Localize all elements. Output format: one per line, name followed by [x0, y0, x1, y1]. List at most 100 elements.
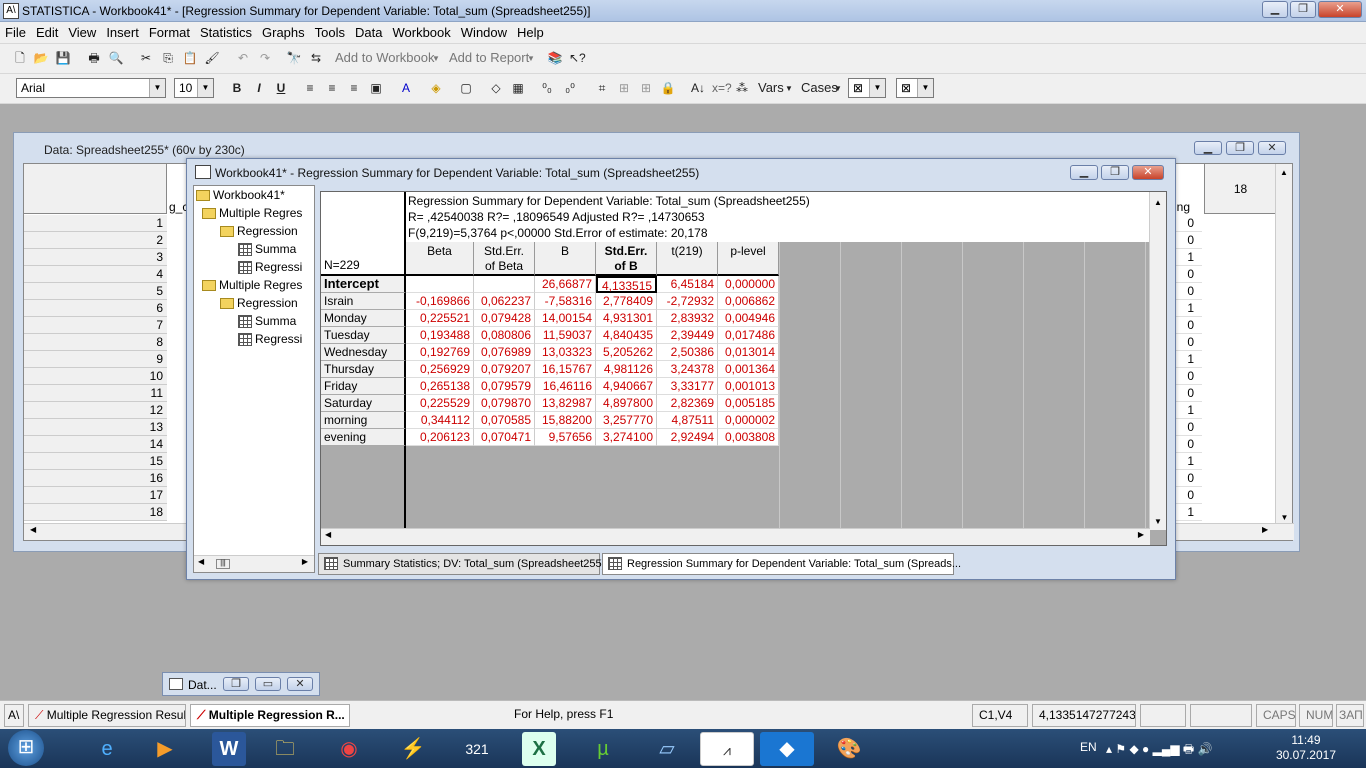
- task-multiple-regression-1[interactable]: ⟋ Multiple Regression Result...: [28, 704, 186, 727]
- column-header[interactable]: Std.Err. of Beta: [474, 242, 535, 276]
- data-row-number[interactable]: 12: [24, 402, 167, 419]
- table-cell[interactable]: -2,72932: [657, 293, 718, 310]
- table-cell[interactable]: 0,080806: [474, 327, 535, 344]
- data-row-number[interactable]: 8: [24, 334, 167, 351]
- tree-node[interactable]: Regression: [220, 295, 298, 312]
- table-cell[interactable]: 16,46116: [535, 378, 596, 395]
- row-label[interactable]: evening: [321, 429, 406, 446]
- paste-icon[interactable]: 📋: [182, 50, 198, 66]
- table-cell[interactable]: 16,15767: [535, 361, 596, 378]
- data-restore-button[interactable]: ❐: [1226, 141, 1254, 155]
- table-cell[interactable]: 0,013014: [718, 344, 779, 361]
- menu-file[interactable]: File: [0, 22, 31, 40]
- row-label[interactable]: Monday: [321, 310, 406, 327]
- data-row-number[interactable]: 9: [24, 351, 167, 368]
- tab-regression-summary[interactable]: Regression Summary for Dependent Variabl…: [602, 553, 961, 575]
- table-cell[interactable]: 15,88200: [535, 412, 596, 429]
- data-row-number[interactable]: 2: [24, 232, 167, 249]
- copy-icon[interactable]: ⎘: [160, 50, 176, 66]
- scroll-down-icon[interactable]: ▼: [1276, 513, 1293, 522]
- dropbox-icon[interactable]: ◆: [760, 732, 814, 766]
- table-cell[interactable]: 0,076989: [474, 344, 535, 361]
- row-label[interactable]: Saturday: [321, 395, 406, 412]
- tree-horizontal-scrollbar[interactable]: ◀ ||| ▶: [194, 555, 314, 572]
- table-cell[interactable]: 0,003808: [718, 429, 779, 446]
- data-row-number[interactable]: 7: [24, 317, 167, 334]
- font-select[interactable]: Arial ▼: [16, 78, 166, 98]
- results-vertical-scrollbar[interactable]: ▲ ▼: [1149, 192, 1166, 530]
- results-horizontal-scrollbar[interactable]: ◀ ▶: [321, 528, 1150, 545]
- data-row-number[interactable]: 6: [24, 300, 167, 317]
- bold-button[interactable]: B: [229, 80, 245, 96]
- tree-node[interactable]: Regression: [220, 223, 298, 240]
- tree-node[interactable]: Regressi: [238, 259, 302, 276]
- undo-icon[interactable]: ↶: [235, 50, 251, 66]
- word-icon[interactable]: W: [212, 732, 246, 766]
- table-cell[interactable]: 0,225529: [406, 395, 474, 412]
- ie-icon[interactable]: e: [80, 732, 134, 766]
- data-row-number[interactable]: 11: [24, 385, 167, 402]
- table-cell[interactable]: 0,256929: [406, 361, 474, 378]
- table-cell[interactable]: 2,50386: [657, 344, 718, 361]
- format-painter-icon[interactable]: 🖌: [204, 50, 220, 66]
- tag-icon[interactable]: ◇: [488, 80, 504, 96]
- align-center-icon[interactable]: ≡: [324, 80, 340, 96]
- scroll-thumb[interactable]: |||: [216, 559, 230, 569]
- save-icon[interactable]: 💾: [55, 50, 71, 66]
- table-cell[interactable]: -0,169866: [406, 293, 474, 310]
- cut-icon[interactable]: ✂: [138, 50, 154, 66]
- table-cell[interactable]: 0,079428: [474, 310, 535, 327]
- table-cell[interactable]: 0,001013: [718, 378, 779, 395]
- add-to-workbook-button[interactable]: Add to Workbook: [335, 50, 434, 65]
- table-cell[interactable]: 0,005185: [718, 395, 779, 412]
- data-row-number[interactable]: 5: [24, 283, 167, 300]
- table-cell[interactable]: 5,205262: [596, 344, 657, 361]
- workbook-restore-button[interactable]: ❐: [1101, 165, 1129, 180]
- italic-button[interactable]: I: [251, 80, 267, 96]
- chrome-icon[interactable]: ◉: [322, 732, 376, 766]
- font-size-select[interactable]: 10 ▼: [174, 78, 214, 98]
- grid-icon[interactable]: ▦: [510, 80, 526, 96]
- column-header[interactable]: p-level: [718, 242, 779, 276]
- table-cell[interactable]: 0,192769: [406, 344, 474, 361]
- menu-edit[interactable]: Edit: [31, 22, 63, 40]
- lock-icon[interactable]: 🔒: [660, 80, 676, 96]
- sort-icon[interactable]: A↓: [690, 80, 706, 96]
- data-vertical-scrollbar[interactable]: ▲ ▼: [1275, 164, 1292, 524]
- format-icon[interactable]: ▣: [368, 80, 384, 96]
- row-label[interactable]: Israin: [321, 293, 406, 310]
- data-col-18[interactable]: 18: [1204, 164, 1276, 214]
- row-label[interactable]: Tuesday: [321, 327, 406, 344]
- table-cell[interactable]: -7,58316: [535, 293, 596, 310]
- menu-workbook[interactable]: Workbook: [387, 22, 455, 40]
- table-cell[interactable]: 6,45184: [657, 276, 718, 293]
- tree-node[interactable]: Summa: [238, 241, 296, 258]
- scroll-right-icon[interactable]: ▶: [1138, 530, 1144, 539]
- min-close-button[interactable]: ✕: [287, 677, 313, 691]
- table-cell[interactable]: 0,070471: [474, 429, 535, 446]
- table-cell[interactable]: 0,001364: [718, 361, 779, 378]
- app-icon[interactable]: ⚡: [386, 732, 440, 766]
- note-icon[interactable]: ▱: [640, 732, 694, 766]
- table-cell[interactable]: 2,778409: [596, 293, 657, 310]
- data-row-number[interactable]: 1: [24, 215, 167, 232]
- table-cell[interactable]: 4,897800: [596, 395, 657, 412]
- cases-button[interactable]: Cases: [801, 80, 838, 95]
- tree-node[interactable]: Workbook41*: [196, 187, 285, 204]
- align-right-icon[interactable]: ≡: [346, 80, 362, 96]
- statistica-icon[interactable]: ⩘: [700, 732, 754, 766]
- table-cell[interactable]: 26,66877: [535, 276, 596, 293]
- table-cell[interactable]: 0,193488: [406, 327, 474, 344]
- row-label[interactable]: Thursday: [321, 361, 406, 378]
- row-label[interactable]: Friday: [321, 378, 406, 395]
- table-cell[interactable]: 0,000000: [718, 276, 779, 293]
- workbook-close-button[interactable]: ✕: [1132, 165, 1164, 180]
- table-cell[interactable]: 0,070585: [474, 412, 535, 429]
- calendar-icon[interactable]: 321: [450, 732, 504, 766]
- table-cell[interactable]: 4,940667: [596, 378, 657, 395]
- table-cell[interactable]: 0,000002: [718, 412, 779, 429]
- table-cell[interactable]: [474, 276, 535, 293]
- table-cell[interactable]: 2,92494: [657, 429, 718, 446]
- data-minimize-button[interactable]: ▁: [1194, 141, 1222, 155]
- table-cell[interactable]: 3,274100: [596, 429, 657, 446]
